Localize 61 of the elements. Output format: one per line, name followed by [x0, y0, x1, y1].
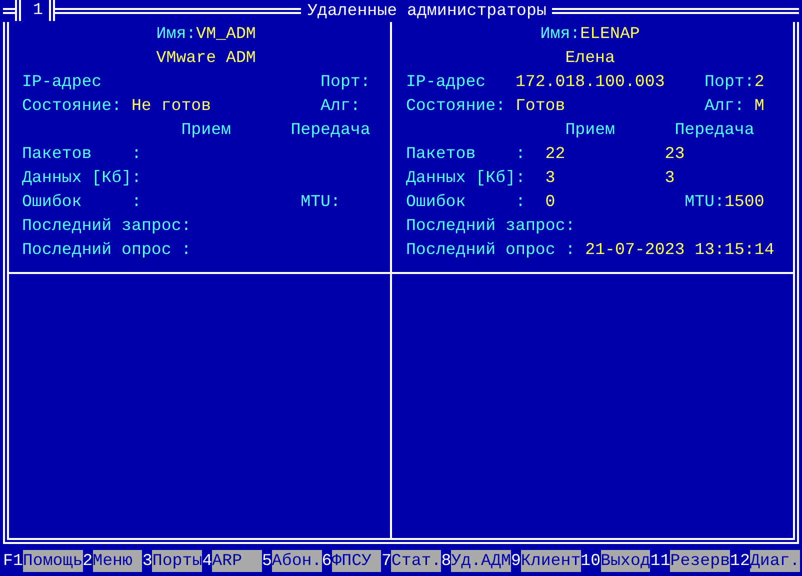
- last-request-label: Последний запрос:: [22, 215, 192, 237]
- mtu-label: MTU:: [300, 191, 340, 213]
- last-poll-value: 21-07-2023 13:15:14: [585, 239, 774, 261]
- description-value: VMware ADM: [156, 47, 256, 69]
- function-key-button[interactable]: 5Абон.: [262, 550, 322, 572]
- ip-address-value: 172.018.100.003: [515, 71, 665, 93]
- separator-colon: :: [131, 143, 142, 165]
- port-value: 2: [754, 71, 764, 93]
- function-key-button[interactable]: 8Уд.АДМ: [441, 550, 511, 572]
- state-value: Не готов: [131, 95, 212, 117]
- name-label: Имя:: [156, 23, 196, 45]
- ip-address-label: IP-адрес: [22, 71, 102, 93]
- packets-received-value: 22: [545, 143, 566, 165]
- function-key-button[interactable]: 10Выход: [580, 550, 650, 572]
- separator-colon: :: [131, 191, 142, 213]
- separator-colon: :: [515, 191, 526, 213]
- algorithm-label: Алг:: [704, 95, 744, 117]
- state-label: Состояние:: [406, 95, 506, 117]
- function-key-button[interactable]: 6ФПСУ: [322, 550, 382, 572]
- function-key-button[interactable]: 11Резерв: [650, 550, 730, 572]
- frame-border: [3, 8, 15, 14]
- name-label: Имя:: [540, 23, 580, 45]
- data-received-value: 3: [545, 167, 556, 189]
- last-poll-label: Последний опрос :: [22, 239, 192, 261]
- function-key-button[interactable]: 2Меню: [82, 550, 142, 572]
- algorithm-value: M: [754, 95, 764, 117]
- state-label: Состояние:: [22, 95, 122, 117]
- algorithm-label: Алг:: [320, 95, 360, 117]
- function-key-button[interactable]: F1Помощь: [3, 550, 83, 572]
- errors-label: Ошибок: [22, 191, 82, 213]
- window-number-tab[interactable]: 1: [15, 0, 55, 21]
- function-key-button[interactable]: 7Стат.: [381, 550, 442, 572]
- window-title: Удаленные администраторы: [306, 0, 548, 22]
- packets-label: Пакетов: [22, 143, 92, 165]
- data-sent-value: 3: [664, 167, 675, 189]
- function-key-button[interactable]: 4ARP: [202, 550, 262, 572]
- packets-label: Пакетов: [406, 143, 476, 165]
- port-label: Порт:: [704, 71, 754, 93]
- function-key-button[interactable]: 3Порты: [142, 550, 202, 572]
- ip-address-label: IP-адрес: [406, 71, 486, 93]
- transmit-header: Передача: [290, 119, 370, 141]
- packets-sent-value: 23: [664, 143, 685, 165]
- state-value: Готов: [515, 95, 566, 117]
- last-poll-label: Последний опрос :: [406, 239, 576, 261]
- errors-value: 0: [545, 191, 556, 213]
- description-value: Елена: [565, 47, 615, 69]
- errors-label: Ошибок: [406, 191, 466, 213]
- name-value: VM_ADM: [196, 23, 256, 45]
- data-label: Данных [Кб]:: [406, 167, 526, 189]
- receive-header: Прием: [181, 119, 231, 141]
- port-label: Порт:: [320, 71, 370, 93]
- function-key-button[interactable]: 12Диаг.: [730, 550, 800, 572]
- mtu-value: 1500: [724, 191, 764, 213]
- transmit-header: Передача: [674, 119, 754, 141]
- mtu-label: MTU:: [684, 191, 724, 213]
- receive-header: Прием: [565, 119, 615, 141]
- last-request-label: Последний запрос:: [406, 215, 576, 237]
- name-value: ELENAP: [580, 23, 640, 45]
- separator-colon: :: [515, 143, 526, 165]
- data-label: Данных [Кб]:: [22, 167, 142, 189]
- function-key-button[interactable]: 9Клиент: [510, 550, 581, 572]
